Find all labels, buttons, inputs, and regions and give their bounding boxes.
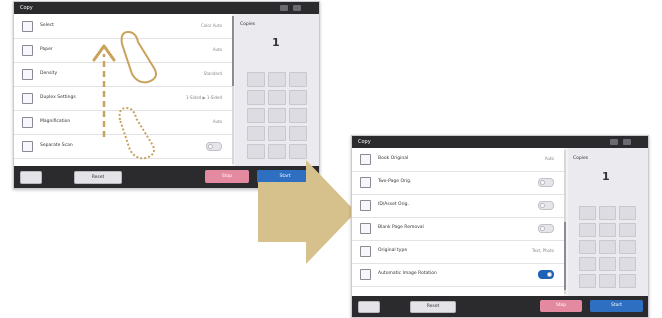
right-reset-label: Reset <box>426 304 440 309</box>
right-scrollbar[interactable] <box>564 150 566 294</box>
right-key[interactable] <box>579 206 596 220</box>
right-row-value: Text, Photo <box>531 248 554 253</box>
right-scrollbar-thumb[interactable] <box>564 222 566 290</box>
right-home-button[interactable] <box>358 301 380 313</box>
right-row-label: Original type <box>378 248 408 253</box>
image-rotation-toggle[interactable] <box>538 270 554 279</box>
right-row-label: Blank Page Removal <box>378 225 424 230</box>
right-row-two-page[interactable]: Two-Page Orig. <box>352 171 564 195</box>
right-key[interactable] <box>619 240 636 254</box>
right-key[interactable] <box>579 240 596 254</box>
transition-arrow-icon <box>258 160 356 264</box>
right-screen: Copy Book Original Auto Two-Page Orig. I… <box>351 135 649 318</box>
original-type-icon <box>360 246 371 257</box>
right-copies-value: 1 <box>602 170 610 183</box>
right-key[interactable] <box>579 274 596 288</box>
right-copies-panel: Copies 1 <box>568 148 648 296</box>
right-key[interactable] <box>619 257 636 271</box>
right-key[interactable] <box>619 274 636 288</box>
right-key[interactable] <box>599 274 616 288</box>
right-key[interactable] <box>579 223 596 237</box>
two-page-icon <box>360 177 371 188</box>
right-row-label: Book Original <box>378 156 409 161</box>
right-stop-button[interactable]: Stop <box>540 300 582 312</box>
right-row-label: Automatic Image Rotation <box>378 271 437 276</box>
book-icon <box>360 154 371 165</box>
right-row-id-asset[interactable]: ID/Asset Orig. <box>352 194 564 218</box>
right-start-button[interactable]: Start <box>590 300 643 312</box>
right-titlebar: Copy <box>352 136 648 148</box>
id-asset-toggle[interactable] <box>538 201 554 210</box>
right-row-book-original[interactable]: Book Original Auto <box>352 148 564 172</box>
right-title: Copy <box>358 139 371 145</box>
right-key[interactable] <box>619 206 636 220</box>
right-key[interactable] <box>599 223 616 237</box>
right-stop-label: Stop <box>555 303 567 308</box>
right-row-original-type[interactable]: Original type Text, Photo <box>352 240 564 264</box>
finger-solid-icon <box>120 30 157 84</box>
finger-dotted-icon <box>118 106 155 160</box>
id-card-icon <box>360 200 371 211</box>
right-settings-list: Book Original Auto Two-Page Orig. ID/Ass… <box>352 148 564 296</box>
right-row-label: Two-Page Orig. <box>378 179 412 184</box>
right-copies-label: Copies <box>573 156 589 161</box>
swipe-arrowhead-icon <box>92 44 116 62</box>
two-page-toggle[interactable] <box>538 178 554 187</box>
right-window-button-1[interactable] <box>610 139 618 145</box>
right-start-label: Start <box>611 303 622 308</box>
right-row-blank-page[interactable]: Blank Page Removal <box>352 217 564 241</box>
blank-page-icon <box>360 223 371 234</box>
right-key[interactable] <box>599 257 616 271</box>
right-row-label: ID/Asset Orig. <box>378 202 409 207</box>
right-row-value: Auto <box>544 156 554 161</box>
rotation-icon <box>360 269 371 280</box>
right-key[interactable] <box>619 223 636 237</box>
blank-page-toggle[interactable] <box>538 224 554 233</box>
right-bottom-bar: Reset Stop Start <box>352 296 648 317</box>
right-key[interactable] <box>599 240 616 254</box>
right-window-button-2[interactable] <box>623 139 631 145</box>
right-reset-button[interactable]: Reset <box>410 301 456 313</box>
right-row-image-rotation[interactable]: Automatic Image Rotation <box>352 263 564 287</box>
right-key[interactable] <box>579 257 596 271</box>
right-key[interactable] <box>599 206 616 220</box>
